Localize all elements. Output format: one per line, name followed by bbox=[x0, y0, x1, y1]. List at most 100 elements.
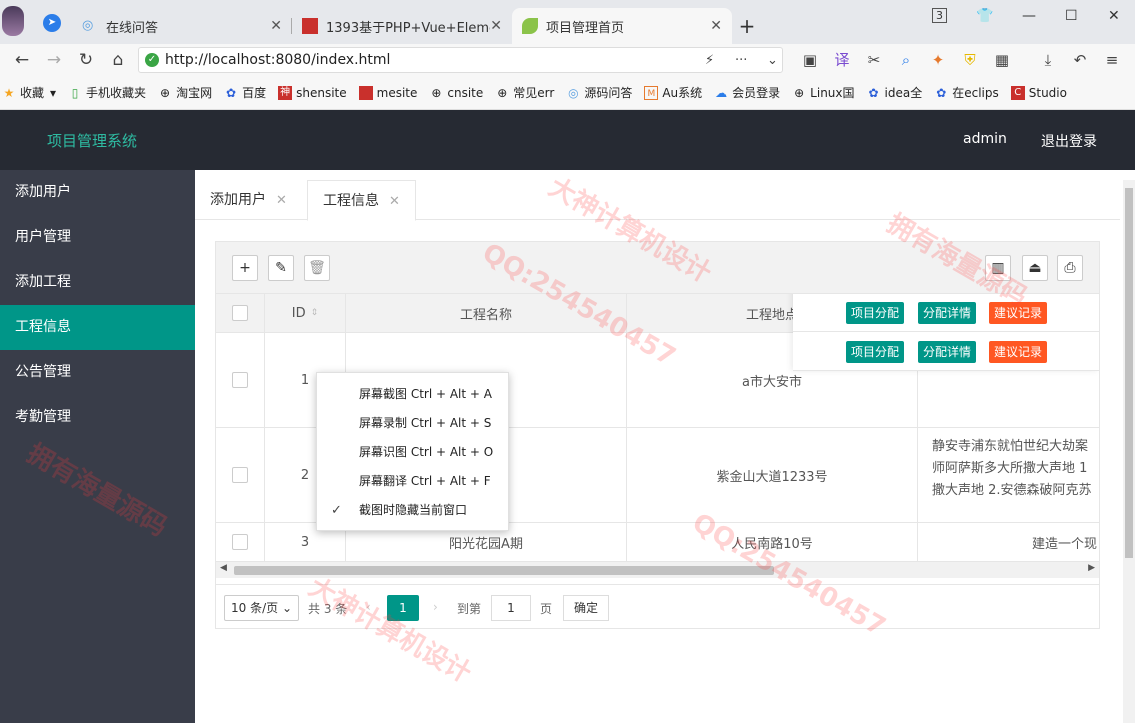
browser-tab-1[interactable]: ◎ 在线问答 ✕ bbox=[72, 8, 292, 44]
row-checkbox[interactable] bbox=[232, 372, 248, 388]
close-icon[interactable]: ✕ bbox=[389, 194, 400, 209]
site-favicon-icon bbox=[302, 18, 318, 34]
new-tab-icon[interactable]: + bbox=[732, 8, 762, 44]
app-brand: 项目管理系统 bbox=[47, 132, 138, 150]
export-icon[interactable]: ⏏ bbox=[1022, 255, 1048, 281]
sidebar-item-project-info[interactable]: 工程信息 bbox=[0, 305, 195, 350]
bookmark-item[interactable]: ▯ 手机收藏夹 bbox=[68, 84, 146, 101]
close-icon[interactable]: ✕ bbox=[490, 18, 502, 34]
next-page-icon[interactable]: › bbox=[433, 600, 438, 614]
bookmark-item[interactable]: ✿ 在eclips bbox=[934, 84, 999, 101]
delete-icon[interactable]: 🗑 bbox=[304, 255, 330, 281]
browser-tab-3[interactable]: 项目管理首页 ✕ bbox=[512, 8, 732, 44]
menu-item-record[interactable]: 屏幕录制 Ctrl + Alt + S bbox=[317, 409, 510, 438]
print-icon[interactable]: ⎙ bbox=[1057, 255, 1083, 281]
shield-icon[interactable]: ⛨ bbox=[960, 50, 980, 70]
menu-item-translate[interactable]: 屏幕翻译 Ctrl + Alt + F bbox=[317, 467, 510, 496]
sidebar-item-add-user[interactable]: 添加用户 bbox=[0, 170, 195, 215]
current-user[interactable]: admin bbox=[963, 131, 1007, 147]
select-all-checkbox[interactable] bbox=[232, 305, 248, 321]
close-icon[interactable]: ✕ bbox=[270, 18, 282, 34]
lightning-icon[interactable]: ⚡ bbox=[705, 53, 714, 68]
goto-confirm-button[interactable]: 确定 bbox=[563, 595, 609, 621]
row-checkbox[interactable] bbox=[232, 467, 248, 483]
sidebar-item-attendance[interactable]: 考勤管理 bbox=[0, 395, 195, 440]
assign-button[interactable]: 项目分配 bbox=[846, 341, 905, 363]
menu-item-screenshot[interactable]: 屏幕截图 Ctrl + Alt + A bbox=[317, 380, 510, 409]
browser-tab-2[interactable]: 1393基于PHP+Vue+Element ✕ bbox=[292, 8, 512, 44]
sidebar-item-notice-manage[interactable]: 公告管理 bbox=[0, 350, 195, 395]
profile-avatar[interactable] bbox=[2, 6, 24, 36]
scroll-right-icon[interactable]: ▶ bbox=[1088, 563, 1095, 573]
prev-page-icon[interactable]: ‹ bbox=[366, 600, 371, 614]
bookmark-item[interactable]: ✿ idea全 bbox=[867, 84, 922, 101]
scroll-left-icon[interactable]: ◀ bbox=[220, 563, 227, 573]
translate-icon[interactable]: 译 bbox=[832, 50, 852, 70]
game-icon[interactable]: ✦ bbox=[928, 50, 948, 70]
sort-icon[interactable]: ⇕ bbox=[311, 308, 319, 318]
horizontal-scrollbar[interactable]: ◀ ▶ bbox=[216, 562, 1099, 578]
scissors-icon[interactable]: ✂ bbox=[864, 50, 884, 70]
assign-button[interactable]: 项目分配 bbox=[846, 302, 905, 324]
sidebar: 添加用户 用户管理 添加工程 工程信息 公告管理 考勤管理 bbox=[0, 170, 195, 723]
columns-icon[interactable]: ▥ bbox=[985, 255, 1011, 281]
bookmark-item[interactable]: ⊕ Linux国 bbox=[792, 84, 854, 101]
forward-icon[interactable]: → bbox=[38, 50, 70, 70]
detail-button[interactable]: 分配详情 bbox=[918, 341, 977, 363]
undo-icon[interactable]: ↶ bbox=[1070, 50, 1090, 70]
maximize-icon[interactable]: ☐ bbox=[1065, 8, 1078, 24]
suggest-button[interactable]: 建议记录 bbox=[989, 302, 1048, 324]
suggest-button[interactable]: 建议记录 bbox=[989, 341, 1048, 363]
site-icon bbox=[358, 85, 373, 100]
sidebar-item-add-project[interactable]: 添加工程 bbox=[0, 260, 195, 305]
scrollbar-thumb[interactable] bbox=[234, 566, 774, 575]
back-icon[interactable]: ← bbox=[6, 50, 38, 70]
bookmark-item[interactable]: 神 shensite bbox=[278, 85, 347, 100]
bookmark-item[interactable]: M Au系统 bbox=[644, 84, 702, 101]
reader-icon[interactable]: ▣ bbox=[800, 50, 820, 70]
bookmark-item[interactable]: mesite bbox=[358, 85, 417, 100]
bookmark-item[interactable]: C Studio bbox=[1010, 85, 1067, 100]
menu-item-ocr[interactable]: 屏幕识图 Ctrl + Alt + O bbox=[317, 438, 510, 467]
bookmark-item[interactable]: ⊕ 淘宝网 bbox=[158, 84, 212, 101]
menu-item-hide-window[interactable]: ✓ 截图时隐藏当前窗口 bbox=[317, 496, 510, 525]
apps-icon[interactable]: ▦ bbox=[992, 50, 1012, 70]
page-size-select[interactable]: 10 条/页 ⌄ bbox=[224, 595, 299, 621]
reload-icon[interactable]: ↻ bbox=[70, 50, 102, 70]
menu-icon[interactable]: ≡ bbox=[1102, 50, 1122, 70]
action-row: 项目分配 分配详情 建议记录 bbox=[793, 332, 1099, 371]
minimize-icon[interactable]: — bbox=[1022, 8, 1036, 24]
browser-toolbar: ▣ 译 ✂ ⌕ ✦ ⛨ ▦ ⤓ ↶ ≡ bbox=[800, 44, 1122, 76]
telegram-icon[interactable]: ➤ bbox=[43, 14, 61, 32]
bookmark-item[interactable]: ★ 收藏 ▾ bbox=[2, 84, 56, 101]
sidebar-item-user-manage[interactable]: 用户管理 bbox=[0, 215, 195, 260]
close-icon[interactable]: ✕ bbox=[276, 193, 287, 208]
tab-project-info[interactable]: 工程信息 ✕ bbox=[307, 180, 416, 221]
logout-link[interactable]: 退出登录 bbox=[1041, 131, 1097, 151]
star-icon: ★ bbox=[3, 85, 15, 100]
shirt-icon[interactable]: 👕 bbox=[976, 8, 993, 24]
bookmark-item[interactable]: ◎ 源码问答 bbox=[566, 84, 632, 101]
bookmark-item[interactable]: ☁ 会员登录 bbox=[714, 84, 780, 101]
goto-page-input[interactable]: 1 bbox=[491, 595, 531, 621]
tab-add-user[interactable]: 添加用户 ✕ bbox=[210, 180, 287, 220]
more-icon[interactable]: ··· bbox=[735, 53, 747, 68]
vertical-scrollbar[interactable] bbox=[1123, 180, 1135, 723]
detail-button[interactable]: 分配详情 bbox=[918, 302, 977, 324]
current-page[interactable]: 1 bbox=[387, 595, 419, 621]
row-checkbox[interactable] bbox=[232, 534, 248, 550]
edit-icon[interactable]: ✎ bbox=[268, 255, 294, 281]
home-icon[interactable]: ⌂ bbox=[102, 50, 134, 70]
bookmark-item[interactable]: ✿ 百度 bbox=[224, 84, 266, 101]
tab-count-icon[interactable]: 3 bbox=[932, 8, 947, 23]
cell-description: 静安寺浦东就怕世纪大劫案 师阿萨斯多大所撒大声地 1 撒大声地 2.安德森破阿克… bbox=[932, 439, 1092, 498]
close-icon[interactable]: ✕ bbox=[710, 18, 722, 34]
bookmark-item[interactable]: ⊕ cnsite bbox=[429, 86, 483, 100]
chevron-down-icon[interactable]: ⌄ bbox=[767, 53, 778, 68]
url-field[interactable]: ✓ http://localhost:8080/index.html ⚡ ···… bbox=[138, 47, 783, 73]
close-window-icon[interactable]: ✕ bbox=[1108, 8, 1120, 24]
search-icon[interactable]: ⌕ bbox=[896, 50, 916, 70]
download-icon[interactable]: ⤓ bbox=[1038, 50, 1058, 70]
add-icon[interactable]: + bbox=[232, 255, 258, 281]
bookmark-item[interactable]: ⊕ 常见err bbox=[495, 84, 554, 101]
